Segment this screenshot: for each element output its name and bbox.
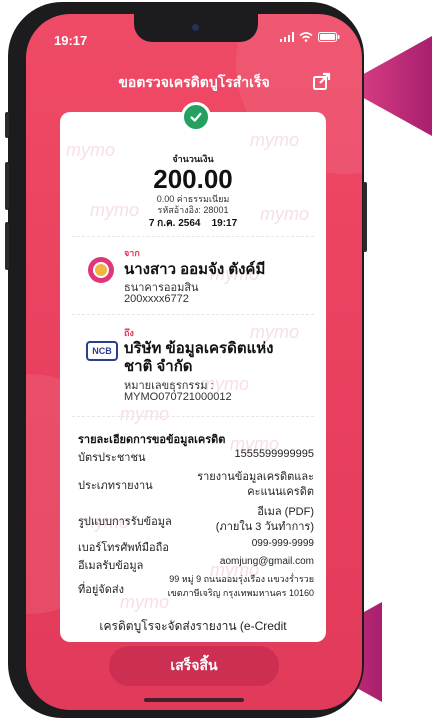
divider (72, 236, 314, 237)
detail-value-report-type-2: คะแนนเครดิต (247, 486, 314, 498)
notch (134, 14, 258, 42)
gsb-bank-logo (88, 257, 114, 283)
receipt-card: mymo mymo mymo mymo mymo mymo mymo mymo … (60, 112, 326, 642)
divider (72, 416, 314, 417)
datetime-text: 7 ก.ค. 2564 19:17 (148, 218, 238, 229)
signal-icon (280, 32, 294, 42)
battery-icon (318, 32, 340, 42)
ncb-logo: NCB (86, 341, 118, 361)
power-button (363, 182, 367, 252)
camera-icon (192, 24, 199, 31)
detail-label-mobile: เบอร์โทรศัพท์มือถือ (78, 542, 169, 554)
details-title: รายละเอียดการขอข้อมูลเครดิต (78, 434, 226, 446)
success-check-icon (181, 102, 211, 132)
detail-label-delivery-format: รูปแบบการรับข้อมูล (78, 516, 172, 528)
detail-value-address-2: เขตภาษีเจริญ กรุงเทพมหานคร 10160 (167, 588, 314, 598)
reference-text: รหัสอ้างอิง: 28001 (157, 205, 229, 215)
mute-switch (5, 112, 9, 138)
transaction-ref-value: MYMO070721000012 (124, 391, 232, 403)
status-time: 19:17 (54, 33, 88, 48)
detail-value-address-1: 99 หมู่ 9 ถนนออมรุ่งเรือง แขวงร่ำรวย (169, 574, 314, 584)
watermark: mymo (120, 404, 169, 424)
done-button[interactable]: เสร็จสิ้น (109, 646, 279, 686)
credit-report-note: เครดิตบูโรจะจัดส่งรายงาน (e-Credit (99, 619, 287, 633)
amount-value: 200.00 (153, 164, 233, 194)
divider (72, 314, 314, 315)
phone-frame: 19:17 ขอตรวจเครดิตบูโรสำเร็จ mymo mymo m… (5, 2, 367, 718)
detail-label-report-type: ประเภทรายงาน (78, 480, 153, 492)
volume-down-button (5, 222, 9, 270)
home-indicator (144, 698, 244, 702)
detail-value-mobile: 099-999-9999 (251, 538, 314, 549)
status-icons (280, 32, 340, 42)
detail-value-id: 1555599999995 (234, 448, 314, 460)
wifi-icon (299, 32, 313, 42)
receiver-name-line2: ชาติ จำกัด (124, 358, 193, 375)
detail-label-email: อีเมลรับข้อมูล (78, 560, 144, 572)
detail-label-id: บัตรประชาชน (78, 452, 146, 464)
watermark: mymo (120, 592, 169, 612)
detail-value-email: aomjung@gmail.com (219, 556, 314, 567)
detail-value-delivery-format-2: (ภายใน 3 วันทำการ) (215, 521, 314, 533)
sender-account: 200xxxx6772 (124, 293, 189, 305)
app-screen: 19:17 ขอตรวจเครดิตบูโรสำเร็จ mymo mymo m… (26, 14, 362, 710)
share-icon[interactable] (312, 71, 332, 91)
volume-up-button (5, 162, 9, 210)
watermark: mymo (250, 130, 299, 150)
detail-label-address: ที่อยู่จัดส่ง (78, 584, 124, 596)
